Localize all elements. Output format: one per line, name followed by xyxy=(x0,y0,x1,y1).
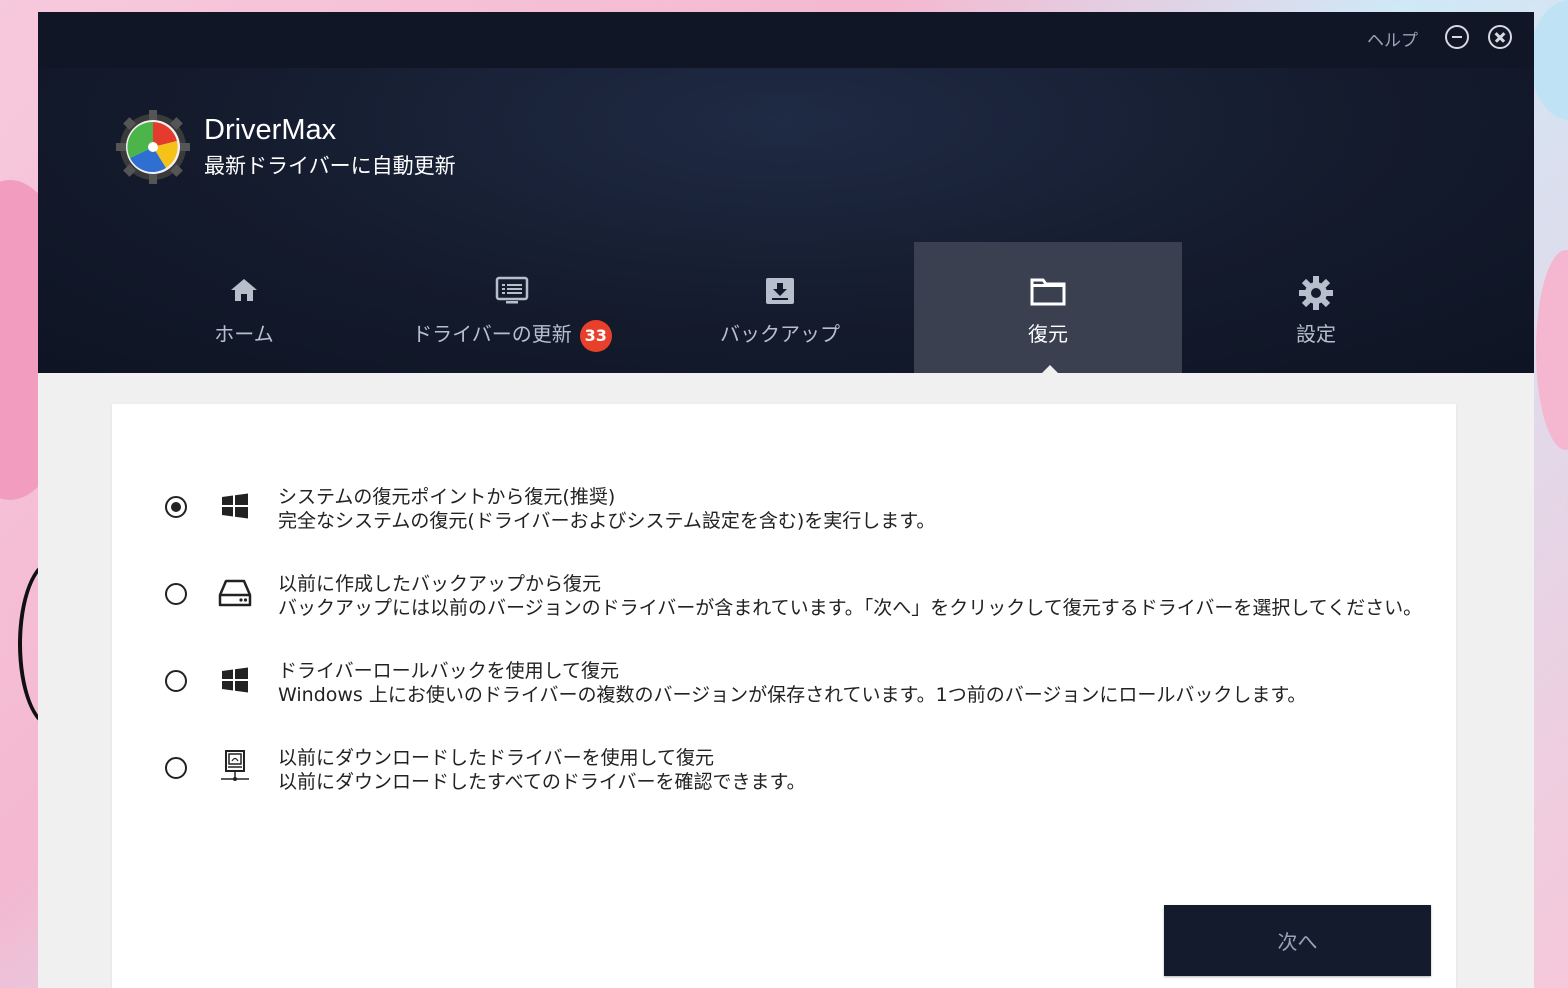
tab-restore[interactable]: 復元 xyxy=(914,242,1182,373)
option-description: Windows 上にお使いのドライバーの複数のバージョンが保存されています。1つ… xyxy=(278,684,1307,706)
restore-option-downloaded-drivers[interactable]: 以前にダウンロードしたドライバーを使用して復元 以前にダウンロードしたすべてのド… xyxy=(162,747,1422,807)
home-icon xyxy=(231,279,257,301)
minimize-button[interactable] xyxy=(1445,25,1469,49)
option-title: 以前に作成したバックアップから復元 xyxy=(278,573,602,595)
restore-option-driver-rollback[interactable]: ドライバーロールバックを使用して復元 Windows 上にお使いのドライバーの複… xyxy=(162,660,1422,720)
tab-driver-updates[interactable]: ドライバーの更新 33 xyxy=(378,242,646,373)
restore-option-system-restore-point[interactable]: システムの復元ポイントから復元(推奨) 完全なシステムの復元(ドライバーおよびシ… xyxy=(162,486,1422,546)
title-bar: ヘルプ xyxy=(38,12,1534,68)
tab-home-label: ホーム xyxy=(214,322,274,346)
network-drive-icon xyxy=(221,750,249,781)
tab-driver-updates-label: ドライバーの更新 xyxy=(412,322,572,346)
backup-download-icon xyxy=(766,278,794,304)
folder-icon xyxy=(1030,278,1066,306)
app-tagline: 最新ドライバーに自動更新 xyxy=(204,154,456,178)
header: ヘルプ DriverMax 最新ドライバーに自動更新 ホーム ドライバーの更新 … xyxy=(38,12,1534,373)
active-tab-pointer xyxy=(1042,365,1058,373)
desktop-decoration xyxy=(1530,0,1568,120)
restore-option-backup[interactable]: 以前に作成したバックアップから復元 バックアップには以前のバージョンのドライバー… xyxy=(162,573,1422,633)
close-button[interactable] xyxy=(1488,25,1512,49)
tab-backup-label: バックアップ xyxy=(720,322,840,346)
tab-settings[interactable]: 設定 xyxy=(1182,242,1450,373)
tab-restore-label: 復元 xyxy=(1028,322,1068,346)
tab-settings-label: 設定 xyxy=(1296,322,1336,346)
driver-list-icon xyxy=(495,276,529,304)
tab-backup[interactable]: バックアップ xyxy=(646,242,914,373)
option-description: 完全なシステムの復元(ドライバーおよびシステム設定を含む)を実行します。 xyxy=(278,510,936,532)
app-window: ヘルプ DriverMax 最新ドライバーに自動更新 ホーム ドライバーの更新 … xyxy=(38,12,1534,988)
tab-driver-updates-label-row: ドライバーの更新 33 xyxy=(378,318,646,352)
windows-icon xyxy=(222,493,248,519)
next-button[interactable]: 次へ xyxy=(1164,905,1431,976)
help-link[interactable]: ヘルプ xyxy=(1367,26,1418,51)
minimize-icon xyxy=(1452,36,1462,38)
option-title: システムの復元ポイントから復元(推奨) xyxy=(278,486,616,508)
gear-icon xyxy=(1299,276,1333,310)
radio-downloaded-drivers[interactable] xyxy=(165,757,187,779)
option-title: 以前にダウンロードしたドライバーを使用して復元 xyxy=(278,747,715,769)
drivermax-logo-icon xyxy=(116,110,190,184)
update-count-badge: 33 xyxy=(579,319,612,352)
option-title: ドライバーロールバックを使用して復元 xyxy=(278,660,620,682)
radio-driver-rollback[interactable] xyxy=(165,670,187,692)
hard-drive-icon xyxy=(218,579,252,607)
tab-home[interactable]: ホーム xyxy=(110,242,378,373)
option-description: バックアップには以前のバージョンのドライバーが含まれています。「次へ」をクリック… xyxy=(278,597,1423,619)
windows-icon xyxy=(222,667,248,693)
desktop-decoration xyxy=(1536,250,1568,450)
restore-options-panel: システムの復元ポイントから復元(推奨) 完全なシステムの復元(ドライバーおよびシ… xyxy=(112,404,1456,988)
app-name: DriverMax xyxy=(204,114,337,146)
option-description: 以前にダウンロードしたすべてのドライバーを確認できます。 xyxy=(278,771,806,793)
radio-backup[interactable] xyxy=(165,583,187,605)
main-nav: ホーム ドライバーの更新 33 バックアップ 復元 設定 xyxy=(110,242,1454,373)
radio-system-restore-point[interactable] xyxy=(165,496,187,518)
